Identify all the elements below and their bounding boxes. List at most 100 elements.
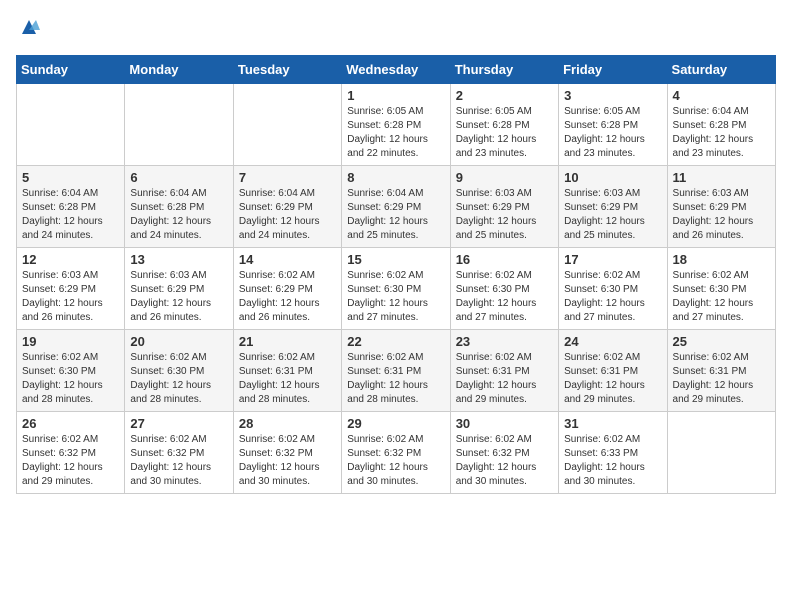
weekday-header: Wednesday [342,56,450,84]
day-number: 20 [130,334,227,349]
calendar-day-cell: 25 Sunrise: 6:02 AMSunset: 6:31 PMDayligh… [667,330,775,412]
day-info: Sunrise: 6:02 AMSunset: 6:31 PMDaylight:… [564,351,661,407]
calendar-week-row: 5 Sunrise: 6:04 AMSunset: 6:28 PMDaylight… [17,166,776,248]
day-info: Sunrise: 6:03 AMSunset: 6:29 PMDaylight:… [564,187,661,243]
calendar-day-cell: 3Sunrise: 6:05 AMSunset: 6:28 PMDaylight… [559,84,667,166]
day-number: 9 [456,170,553,185]
day-info: Sunrise: 6:03 AMSunset: 6:29 PMDaylight:… [130,269,227,325]
calendar-day-cell: 12 Sunrise: 6:03 AMSunset: 6:29 PMDayligh… [17,248,125,330]
day-info: Sunrise: 6:02 AMSunset: 6:32 PMDaylight:… [130,433,227,489]
calendar-week-row: 1 Sunrise: 6:05 AMSunset: 6:28 PMDaylight… [17,84,776,166]
day-info: Sunrise: 6:04 AMSunset: 6:29 PMDaylight:… [239,187,336,243]
calendar-day-cell: 6 Sunrise: 6:04 AMSunset: 6:28 PMDaylight… [125,166,233,248]
day-number: 25 [673,334,770,349]
day-info: Sunrise: 6:03 AMSunset: 6:29 PMDaylight:… [673,187,770,243]
day-info: Sunrise: 6:03 AMSunset: 6:29 PMDaylight:… [22,269,119,325]
calendar-day-cell: 24 Sunrise: 6:02 AMSunset: 6:31 PMDayligh… [559,330,667,412]
day-number: 10 [564,170,661,185]
day-number: 22 [347,334,444,349]
calendar-day-cell: 15Sunrise: 6:02 AMSunset: 6:30 PMDayligh… [342,248,450,330]
calendar-day-cell: 1 Sunrise: 6:05 AMSunset: 6:28 PMDaylight… [342,84,450,166]
day-info: Sunrise: 6:04 AMSunset: 6:29 PMDaylight:… [347,187,444,243]
calendar-day-cell: 29 Sunrise: 6:02 AMSunset: 6:32 PMDayligh… [342,412,450,494]
calendar-day-cell: 16 Sunrise: 6:02 AMSunset: 6:30 PMDayligh… [450,248,558,330]
calendar-day-cell: 11 Sunrise: 6:03 AMSunset: 6:29 PMDayligh… [667,166,775,248]
day-number: 18 [673,252,770,267]
logo-icon [18,16,40,38]
calendar-day-cell [125,84,233,166]
calendar-day-cell: 13Sunrise: 6:03 AMSunset: 6:29 PMDayligh… [125,248,233,330]
calendar-day-cell: 4 Sunrise: 6:04 AMSunset: 6:28 PMDaylight… [667,84,775,166]
day-number: 6 [130,170,227,185]
day-info: Sunrise: 6:02 AMSunset: 6:30 PMDaylight:… [130,351,227,407]
calendar-day-cell: 9Sunrise: 6:03 AMSunset: 6:29 PMDaylight… [450,166,558,248]
calendar-week-row: 26Sunrise: 6:02 AMSunset: 6:32 PMDayligh… [17,412,776,494]
day-number: 8 [347,170,444,185]
day-info: Sunrise: 6:05 AMSunset: 6:28 PMDaylight:… [347,105,444,161]
calendar-day-cell: 31Sunrise: 6:02 AMSunset: 6:33 PMDayligh… [559,412,667,494]
calendar-day-cell: 26Sunrise: 6:02 AMSunset: 6:32 PMDayligh… [17,412,125,494]
day-number: 3 [564,88,661,103]
day-number: 27 [130,416,227,431]
calendar-day-cell: 21 Sunrise: 6:02 AMSunset: 6:31 PMDayligh… [233,330,341,412]
day-info: Sunrise: 6:02 AMSunset: 6:33 PMDaylight:… [564,433,661,489]
day-info: Sunrise: 6:02 AMSunset: 6:31 PMDaylight:… [456,351,553,407]
day-info: Sunrise: 6:02 AMSunset: 6:30 PMDaylight:… [456,269,553,325]
day-info: Sunrise: 6:02 AMSunset: 6:30 PMDaylight:… [673,269,770,325]
day-number: 29 [347,416,444,431]
calendar-day-cell: 14 Sunrise: 6:02 AMSunset: 6:29 PMDayligh… [233,248,341,330]
calendar-day-cell: 20 Sunrise: 6:02 AMSunset: 6:30 PMDayligh… [125,330,233,412]
calendar-table: SundayMondayTuesdayWednesdayThursdayFrid… [16,55,776,494]
day-number: 4 [673,88,770,103]
day-number: 17 [564,252,661,267]
day-info: Sunrise: 6:04 AMSunset: 6:28 PMDaylight:… [130,187,227,243]
calendar-day-cell: 27 Sunrise: 6:02 AMSunset: 6:32 PMDayligh… [125,412,233,494]
day-number: 5 [22,170,119,185]
calendar-day-cell [667,412,775,494]
day-info: Sunrise: 6:02 AMSunset: 6:32 PMDaylight:… [22,433,119,489]
day-info: Sunrise: 6:02 AMSunset: 6:32 PMDaylight:… [347,433,444,489]
calendar-day-cell: 7 Sunrise: 6:04 AMSunset: 6:29 PMDaylight… [233,166,341,248]
calendar-day-cell [17,84,125,166]
day-number: 30 [456,416,553,431]
day-info: Sunrise: 6:05 AMSunset: 6:28 PMDaylight:… [456,105,553,161]
weekday-header-row: SundayMondayTuesdayWednesdayThursdayFrid… [17,56,776,84]
weekday-header: Thursday [450,56,558,84]
calendar-day-cell: 8 Sunrise: 6:04 AMSunset: 6:29 PMDaylight… [342,166,450,248]
day-info: Sunrise: 6:02 AMSunset: 6:30 PMDaylight:… [564,269,661,325]
day-info: Sunrise: 6:02 AMSunset: 6:31 PMDaylight:… [673,351,770,407]
calendar-week-row: 12 Sunrise: 6:03 AMSunset: 6:29 PMDayligh… [17,248,776,330]
day-info: Sunrise: 6:04 AMSunset: 6:28 PMDaylight:… [673,105,770,161]
calendar-day-cell: 22 Sunrise: 6:02 AMSunset: 6:31 PMDayligh… [342,330,450,412]
day-number: 23 [456,334,553,349]
day-number: 2 [456,88,553,103]
day-info: Sunrise: 6:02 AMSunset: 6:31 PMDaylight:… [347,351,444,407]
day-info: Sunrise: 6:02 AMSunset: 6:29 PMDaylight:… [239,269,336,325]
day-info: Sunrise: 6:02 AMSunset: 6:30 PMDaylight:… [22,351,119,407]
day-number: 11 [673,170,770,185]
weekday-header: Sunday [17,56,125,84]
day-number: 7 [239,170,336,185]
calendar-week-row: 19Sunrise: 6:02 AMSunset: 6:30 PMDayligh… [17,330,776,412]
weekday-header: Saturday [667,56,775,84]
weekday-header: Monday [125,56,233,84]
calendar-day-cell: 5 Sunrise: 6:04 AMSunset: 6:28 PMDaylight… [17,166,125,248]
day-number: 14 [239,252,336,267]
calendar-day-cell: 18 Sunrise: 6:02 AMSunset: 6:30 PMDayligh… [667,248,775,330]
calendar-day-cell: 28 Sunrise: 6:02 AMSunset: 6:32 PMDayligh… [233,412,341,494]
weekday-header: Tuesday [233,56,341,84]
day-info: Sunrise: 6:02 AMSunset: 6:31 PMDaylight:… [239,351,336,407]
day-number: 1 [347,88,444,103]
day-info: Sunrise: 6:02 AMSunset: 6:32 PMDaylight:… [239,433,336,489]
day-number: 24 [564,334,661,349]
calendar-day-cell: 10 Sunrise: 6:03 AMSunset: 6:29 PMDayligh… [559,166,667,248]
day-number: 16 [456,252,553,267]
day-number: 21 [239,334,336,349]
day-number: 28 [239,416,336,431]
logo [16,16,40,43]
calendar-day-cell [233,84,341,166]
day-number: 12 [22,252,119,267]
logo-text [16,16,40,43]
day-info: Sunrise: 6:04 AMSunset: 6:28 PMDaylight:… [22,187,119,243]
calendar-day-cell: 17 Sunrise: 6:02 AMSunset: 6:30 PMDayligh… [559,248,667,330]
